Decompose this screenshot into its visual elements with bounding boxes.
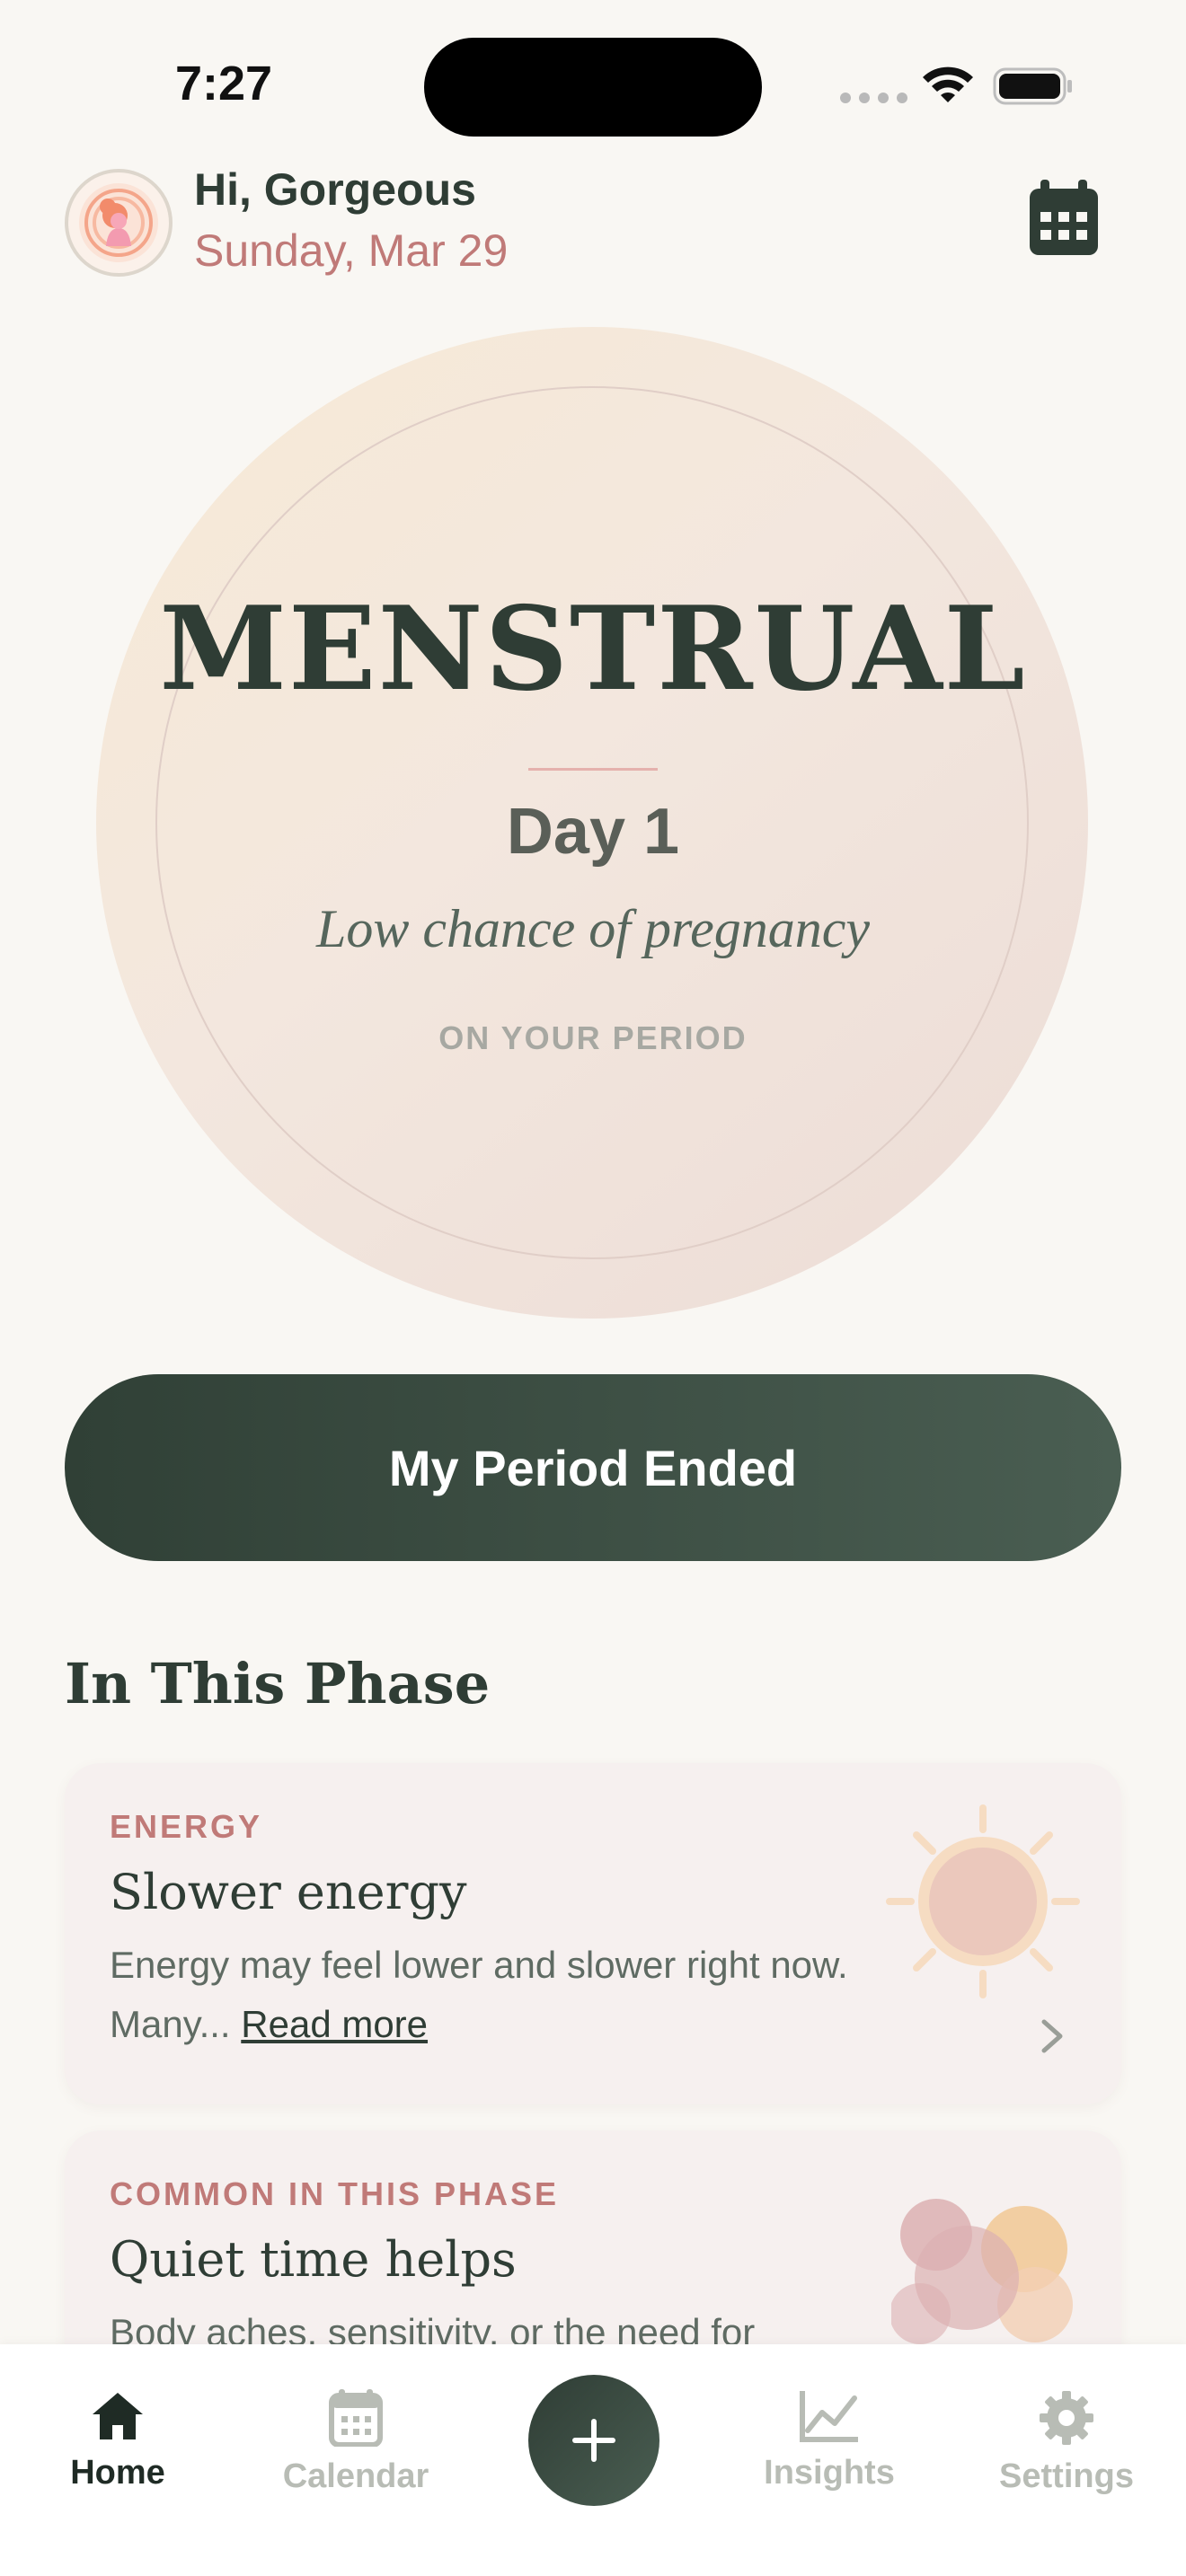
- period-status: ON YOUR PERIOD: [438, 1019, 748, 1056]
- gear-icon: [1040, 2391, 1093, 2445]
- battery-icon: [993, 67, 1072, 105]
- chart-icon: [800, 2391, 858, 2442]
- tab-label: Insights: [764, 2454, 895, 2492]
- tab-label: Calendar: [282, 2457, 429, 2495]
- status-time: 7:27: [175, 57, 273, 110]
- home-icon: [93, 2393, 143, 2439]
- current-date: Sunday, Mar 29: [194, 225, 509, 276]
- period-ended-button[interactable]: My Period Ended: [65, 1374, 1121, 1561]
- section-title: In This Phase: [65, 1651, 491, 1716]
- cycle-day: Day 1: [506, 796, 680, 868]
- phase-name: MENSTRUAL: [159, 582, 1027, 717]
- pregnancy-chance: Low chance of pregnancy: [316, 899, 870, 958]
- energy-card[interactable]: ENERGY Slower energy Energy may feel low…: [65, 1763, 1121, 2104]
- tab-bar: Home Calendar Insights Settings: [0, 2344, 1186, 2576]
- card-kicker: ENERGY: [110, 1808, 263, 1845]
- add-entry-button[interactable]: [528, 2375, 659, 2506]
- chevron-right-icon[interactable]: [1039, 2016, 1066, 2056]
- tab-calendar[interactable]: Calendar: [266, 2389, 446, 2496]
- calendar-icon[interactable]: [1028, 180, 1100, 257]
- tab-label: Home: [70, 2454, 165, 2492]
- dynamic-island: [424, 38, 762, 137]
- card-kicker: COMMON IN THIS PHASE: [110, 2175, 560, 2212]
- signal-icon: [840, 93, 907, 103]
- read-more-link[interactable]: Read more: [241, 2003, 428, 2045]
- calendar-icon: [329, 2389, 383, 2447]
- card-title: Slower energy: [110, 1864, 467, 1920]
- avatar[interactable]: [65, 169, 173, 277]
- phase-divider: [528, 768, 658, 771]
- tab-insights[interactable]: Insights: [739, 2389, 919, 2492]
- card-title: Quiet time helps: [110, 2231, 517, 2288]
- woman-profile-icon: [79, 183, 158, 262]
- greeting-text: Hi, Gorgeous: [194, 164, 476, 215]
- card-body-text: Energy may feel lower and slower right n…: [110, 1944, 848, 2045]
- card-body: Energy may feel lower and slower right n…: [110, 1936, 882, 2054]
- plus-icon: [572, 2419, 615, 2462]
- wifi-icon: [923, 66, 973, 102]
- tab-label: Settings: [999, 2457, 1134, 2495]
- home-screen: 7:27 Hi, Gorgeous Sunday, Mar 29 MENSTRU…: [0, 0, 1186, 2576]
- tab-settings[interactable]: Settings: [977, 2389, 1156, 2496]
- sun-icon: [886, 1804, 1080, 1998]
- bubbles-icon: [891, 2199, 1073, 2344]
- tab-home[interactable]: Home: [28, 2389, 208, 2492]
